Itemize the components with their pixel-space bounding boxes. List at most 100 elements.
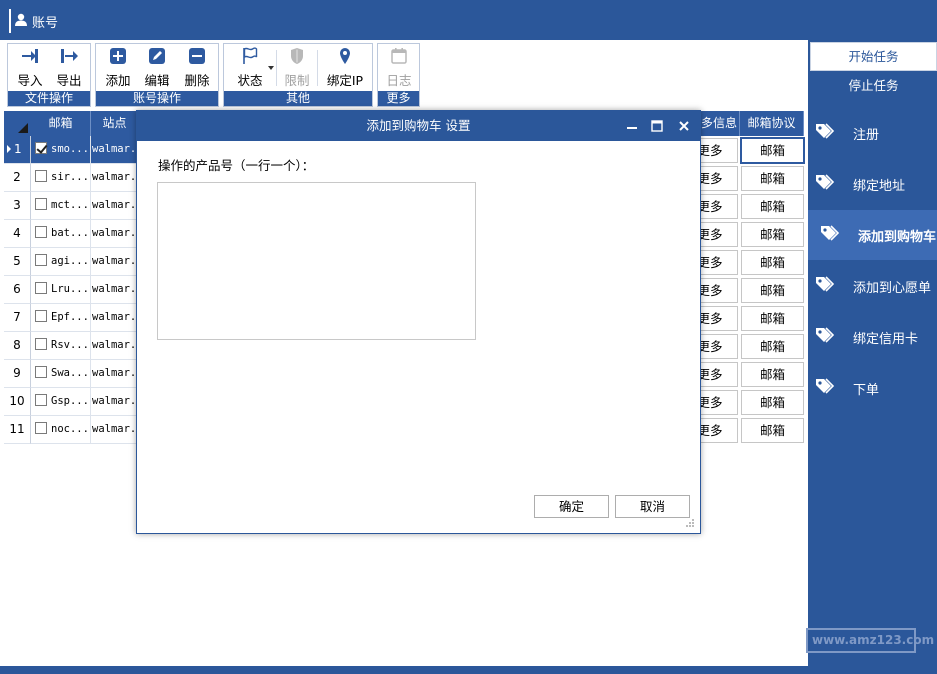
stop-task-button[interactable]: 停止任务 (810, 72, 937, 101)
task-item[interactable]: 绑定地址 (808, 159, 937, 209)
task-label: 添加到购物车 (858, 230, 937, 245)
email-cell[interactable]: agi... (31, 248, 91, 276)
log-label: 日志 (386, 73, 412, 88)
row-checkbox[interactable] (35, 422, 47, 434)
email-protocol-button[interactable]: 邮箱 (741, 362, 804, 387)
site-cell[interactable]: walmar... (91, 416, 139, 444)
email-protocol-button[interactable]: 邮箱 (741, 278, 804, 303)
email-protocol-button[interactable]: 邮箱 (740, 137, 805, 164)
email-cell[interactable]: mct... (31, 192, 91, 220)
window-title: 账号 (32, 16, 59, 31)
row-checkbox[interactable] (35, 142, 47, 154)
email-protocol-button[interactable]: 邮箱 (741, 222, 804, 247)
status-dropdown-button[interactable]: 状态 (228, 46, 272, 90)
group-label-more: 更多 (378, 91, 419, 106)
email-value: mct... (51, 199, 89, 211)
email-cell[interactable]: noc... (31, 416, 91, 444)
delete-icon (189, 48, 205, 64)
dialog-title-bar: 添加到购物车 设置 (137, 111, 700, 141)
product-ids-textarea[interactable] (157, 182, 476, 340)
email-protocol-button[interactable]: 邮箱 (741, 166, 804, 191)
location-pin-icon (340, 48, 350, 64)
email-cell[interactable]: smo... (31, 136, 91, 164)
row-number: 10 (4, 388, 31, 416)
column-header-email[interactable]: 邮箱 (31, 111, 91, 136)
site-cell[interactable]: walmar... (91, 136, 139, 164)
edit-button[interactable]: 编辑 (138, 46, 176, 90)
task-item[interactable]: 添加到心愿单 (808, 261, 937, 311)
row-checkbox[interactable] (35, 338, 47, 350)
site-cell[interactable]: walmar... (91, 332, 139, 360)
row-checkbox[interactable] (35, 226, 47, 238)
task-item[interactable]: 绑定信用卡 (808, 312, 937, 362)
cancel-button[interactable]: 取消 (615, 495, 690, 518)
resize-grip-icon[interactable] (686, 519, 694, 527)
start-task-button[interactable]: 开始任务 (810, 42, 937, 71)
site-cell[interactable]: walmar... (91, 248, 139, 276)
ok-button[interactable]: 确定 (534, 495, 609, 518)
email-cell[interactable]: Swa... (31, 360, 91, 388)
task-item[interactable]: 下单 (808, 363, 937, 413)
minimize-icon[interactable] (625, 119, 639, 133)
add-button[interactable]: 添加 (99, 46, 137, 90)
email-cell[interactable]: bat... (31, 220, 91, 248)
edit-label: 编辑 (144, 73, 170, 88)
task-label: 下单 (853, 383, 880, 398)
email-cell[interactable]: sir... (31, 164, 91, 192)
task-item[interactable]: 注册 (808, 108, 937, 158)
maximize-icon[interactable] (650, 119, 664, 133)
chevron-down-icon[interactable] (268, 66, 274, 70)
task-item[interactable]: 添加到购物车 (808, 210, 937, 260)
export-button[interactable]: 导出 (50, 46, 88, 90)
column-header-email-protocol[interactable]: 邮箱协议 (740, 111, 804, 136)
row-number-text: 11 (9, 422, 25, 436)
column-header-site[interactable]: 站点 (91, 111, 139, 136)
email-cell[interactable]: Gsp... (31, 388, 91, 416)
task-label: 注册 (853, 128, 880, 143)
email-cell[interactable]: Lru... (31, 276, 91, 304)
status-strip (0, 666, 937, 674)
email-protocol-button[interactable]: 邮箱 (741, 250, 804, 275)
email-value: Lru... (51, 283, 89, 295)
email-cell[interactable]: Epf... (31, 304, 91, 332)
row-checkbox[interactable] (35, 310, 47, 322)
row-checkbox[interactable] (35, 254, 47, 266)
email-protocol-button[interactable]: 邮箱 (741, 334, 804, 359)
site-cell[interactable]: walmar... (91, 360, 139, 388)
tag-icon (819, 224, 841, 246)
email-protocol-button[interactable]: 邮箱 (741, 194, 804, 219)
email-protocol-button[interactable]: 邮箱 (741, 306, 804, 331)
log-button[interactable]: 日志 (381, 46, 417, 90)
email-protocol-button[interactable]: 邮箱 (741, 390, 804, 415)
close-icon[interactable] (677, 119, 691, 133)
row-number-text: 1 (14, 142, 22, 156)
site-cell[interactable]: walmar... (91, 388, 139, 416)
site-cell[interactable]: walmar... (91, 304, 139, 332)
site-cell[interactable]: walmar... (91, 220, 139, 248)
row-checkbox[interactable] (35, 282, 47, 294)
tag-icon (814, 326, 836, 348)
add-label: 添加 (105, 73, 131, 88)
row-checkbox[interactable] (35, 394, 47, 406)
site-cell[interactable]: walmar... (91, 276, 139, 304)
delete-button[interactable]: 删除 (178, 46, 216, 90)
export-label: 导出 (56, 73, 82, 88)
site-cell[interactable]: walmar... (91, 164, 139, 192)
email-protocol-button[interactable]: 邮箱 (741, 418, 804, 443)
email-cell[interactable]: Rsv... (31, 332, 91, 360)
ribbon-separator (276, 50, 277, 86)
site-cell[interactable]: walmar... (91, 192, 139, 220)
shield-icon (291, 48, 303, 64)
grid-corner (4, 111, 31, 136)
delete-label: 删除 (184, 73, 210, 88)
import-button[interactable]: 导入 (11, 46, 49, 90)
row-checkbox[interactable] (35, 366, 47, 378)
row-number-text: 4 (13, 226, 21, 240)
row-checkbox[interactable] (35, 198, 47, 210)
email-value: smo... (51, 143, 89, 155)
restrict-button[interactable]: 限制 (280, 46, 314, 90)
bind-ip-button[interactable]: 绑定IP (320, 46, 370, 90)
row-number-text: 10 (9, 394, 25, 408)
ribbon-toolbar: 导入 导出 文件操作 添加 编辑 删除 账号操作 状态 限制 绑定IP 其他 日… (0, 40, 808, 110)
row-checkbox[interactable] (35, 170, 47, 182)
